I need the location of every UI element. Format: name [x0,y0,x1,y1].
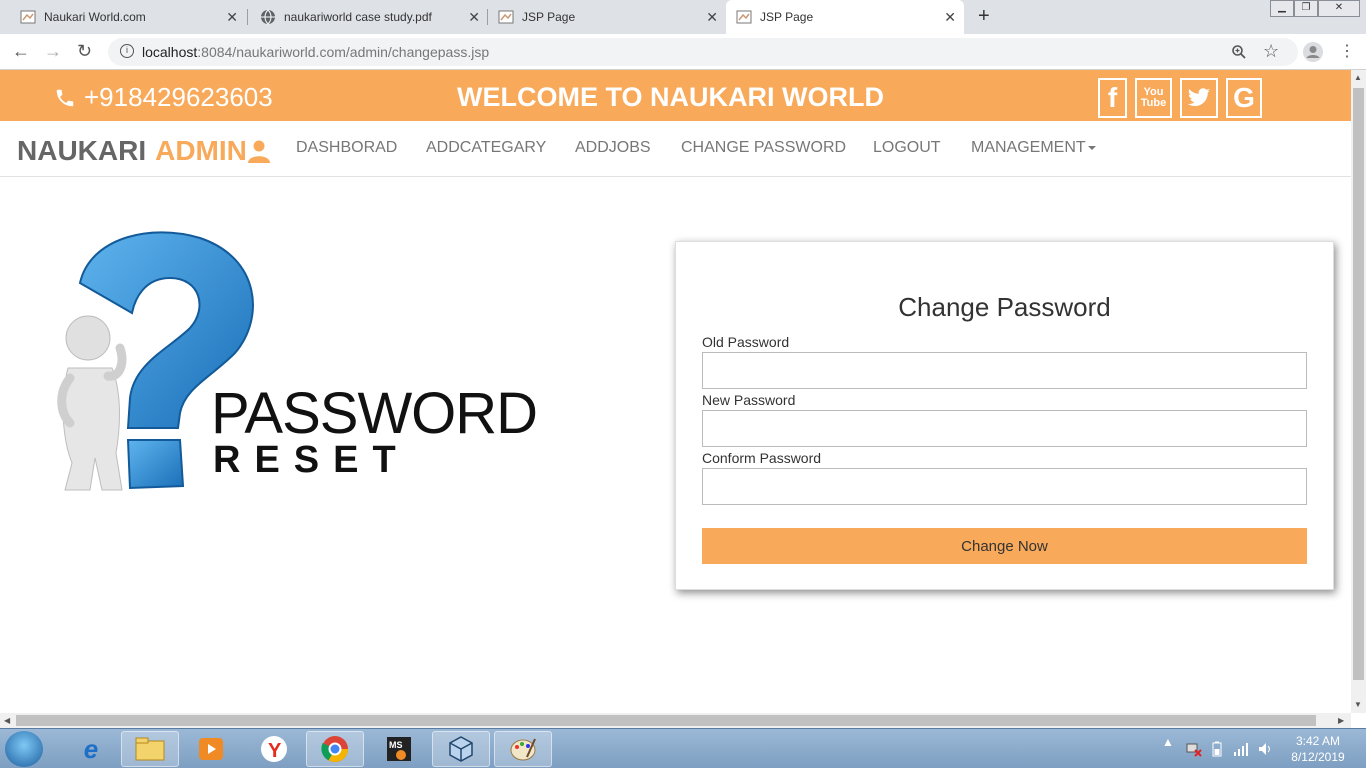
youtube-icon[interactable]: You Tube [1135,78,1172,118]
browser-menu-icon[interactable]: ⋮ [1339,41,1355,61]
site-topbar: +918429623603 WELCOME TO NAUKARI WORLD f… [0,70,1351,121]
browser-toolbar: ← → ↻ i localhost:8084/naukariworld.com/… [0,34,1366,70]
tab-title: naukariworld case study.pdf [284,10,432,24]
twitter-icon[interactable] [1180,78,1218,118]
url-path: :8084/naukariworld.com/admin/changepass.… [197,44,490,60]
internet-explorer-icon[interactable]: e [62,731,120,767]
horizontal-scrollbar[interactable]: ◀ ▶ [0,713,1351,728]
ms-office-icon[interactable]: MS [370,731,428,767]
twitter-bird-icon [1188,88,1210,106]
password-reset-illustration: PASSWORD RESET [50,228,540,518]
tab-title: Naukari World.com [44,10,146,24]
brand-logo[interactable]: NAUKARI ADMIN [17,135,271,167]
nav-management-label: MANAGEMENT [971,139,1086,156]
browser-tab-1[interactable]: Naukari World.com ✕ [0,0,246,34]
show-hidden-icons-arrow[interactable]: ▲ [1162,735,1174,749]
nav-addjobs[interactable]: ADDJOBS [575,139,651,157]
browser-tabstrip: Naukari World.com ✕ naukariworld case st… [0,0,1366,34]
old-password-label: Old Password [702,334,790,350]
tab-title: JSP Page [522,10,576,24]
facebook-icon[interactable]: f [1098,78,1127,118]
chevron-down-icon [1087,145,1096,150]
phone-icon [56,89,74,106]
chrome-icon[interactable] [306,731,364,767]
nav-dashboard[interactable]: DASHBORAD [296,139,397,157]
confirm-password-label: Conform Password [702,450,822,466]
site-info-icon[interactable]: i [120,44,134,58]
phone-contact: +918429623603 [54,82,273,113]
hero-word-reset: RESET [213,439,410,481]
globe-icon [261,9,275,25]
reload-icon[interactable]: ↻ [77,41,92,62]
horizontal-scroll-thumb[interactable] [16,715,1316,726]
change-password-card: Change Password Old Password New Passwor… [675,241,1334,590]
paint-icon[interactable] [494,731,552,767]
close-window-button[interactable]: ✕ [1318,0,1360,17]
vertical-scrollbar[interactable]: ▲ ▼ [1351,70,1366,713]
phone-number: +918429623603 [84,82,273,112]
volume-icon[interactable] [1257,741,1273,757]
scroll-up-arrow-icon[interactable]: ▲ [1354,73,1362,82]
yandex-browser-icon[interactable]: Y [245,731,303,767]
close-tab-icon[interactable]: ✕ [944,9,956,26]
zoom-icon[interactable] [1231,44,1247,60]
close-tab-icon[interactable]: ✕ [226,9,238,26]
svg-text:Y: Y [268,740,282,762]
media-player-icon[interactable] [182,731,240,767]
hero-word-password: PASSWORD [211,381,538,446]
minimize-window-button[interactable]: ▁ [1270,0,1294,17]
google-icon[interactable]: G [1226,78,1262,118]
file-explorer-icon[interactable] [121,731,179,767]
user-icon [247,140,270,163]
nav-logout[interactable]: LOGOUT [873,139,941,157]
virtualbox-icon[interactable] [432,731,490,767]
new-password-input[interactable] [702,410,1307,447]
scroll-right-arrow-icon[interactable]: ▶ [1338,716,1344,725]
address-bar[interactable]: i localhost:8084/naukariworld.com/admin/… [108,38,1298,66]
nav-addcategory[interactable]: ADDCATEGARY [426,139,546,157]
brand-main-text: NAUKARI [17,135,147,166]
restore-window-button[interactable]: ❐ [1294,0,1318,17]
page-favicon-icon [20,10,36,24]
url-text[interactable]: localhost:8084/naukariworld.com/admin/ch… [142,44,489,60]
battery-icon[interactable] [1211,741,1223,757]
browser-tab-4[interactable]: JSP Page ✕ [726,0,964,34]
nav-management-dropdown[interactable]: MANAGEMENT [971,139,1096,157]
clock-date: 8/12/2019 [1291,750,1345,764]
admin-navbar: NAUKARI ADMIN DASHBORAD ADDCATEGARY ADDJ… [0,121,1351,177]
new-tab-button[interactable]: + [978,5,990,28]
page-favicon-icon [498,10,514,24]
nav-change-password[interactable]: CHANGE PASSWORD [681,139,846,157]
confirm-password-input[interactable] [702,468,1307,505]
forward-arrow-icon[interactable]: → [44,41,62,62]
close-tab-icon[interactable]: ✕ [706,9,718,26]
back-arrow-icon[interactable]: ← [12,41,30,62]
scroll-down-arrow-icon[interactable]: ▼ [1354,700,1362,709]
scroll-left-arrow-icon[interactable]: ◀ [4,716,10,725]
bookmark-star-icon[interactable]: ☆ [1263,41,1279,62]
svg-text:MS: MS [389,740,403,750]
start-button[interactable] [5,731,43,767]
network-error-icon[interactable] [1186,741,1202,757]
page-favicon-icon [736,10,752,24]
vertical-scroll-thumb[interactable] [1353,88,1364,680]
browser-tab-2[interactable]: naukariworld case study.pdf ✕ [248,0,488,34]
old-password-input[interactable] [702,352,1307,389]
url-host: localhost [142,44,198,60]
signal-strength-icon[interactable] [1233,741,1249,757]
tab-title: JSP Page [760,10,814,24]
browser-tab-3[interactable]: JSP Page ✕ [488,0,726,34]
welcome-heading: WELCOME TO NAUKARI WORLD [457,82,884,112]
form-title: Change Password [898,292,1111,322]
close-tab-icon[interactable]: ✕ [468,9,480,26]
windows-taskbar: e Y MS ▲ 3:42 AM 8/12/2019 [0,728,1366,768]
change-now-button[interactable]: Change Now [702,528,1307,564]
profile-avatar-icon[interactable] [1302,41,1324,63]
clock-time: 3:42 AM [1295,734,1341,748]
system-clock[interactable]: 3:42 AM 8/12/2019 [1288,733,1348,765]
brand-accent-text: ADMIN [155,135,247,166]
new-password-label: New Password [702,392,796,408]
